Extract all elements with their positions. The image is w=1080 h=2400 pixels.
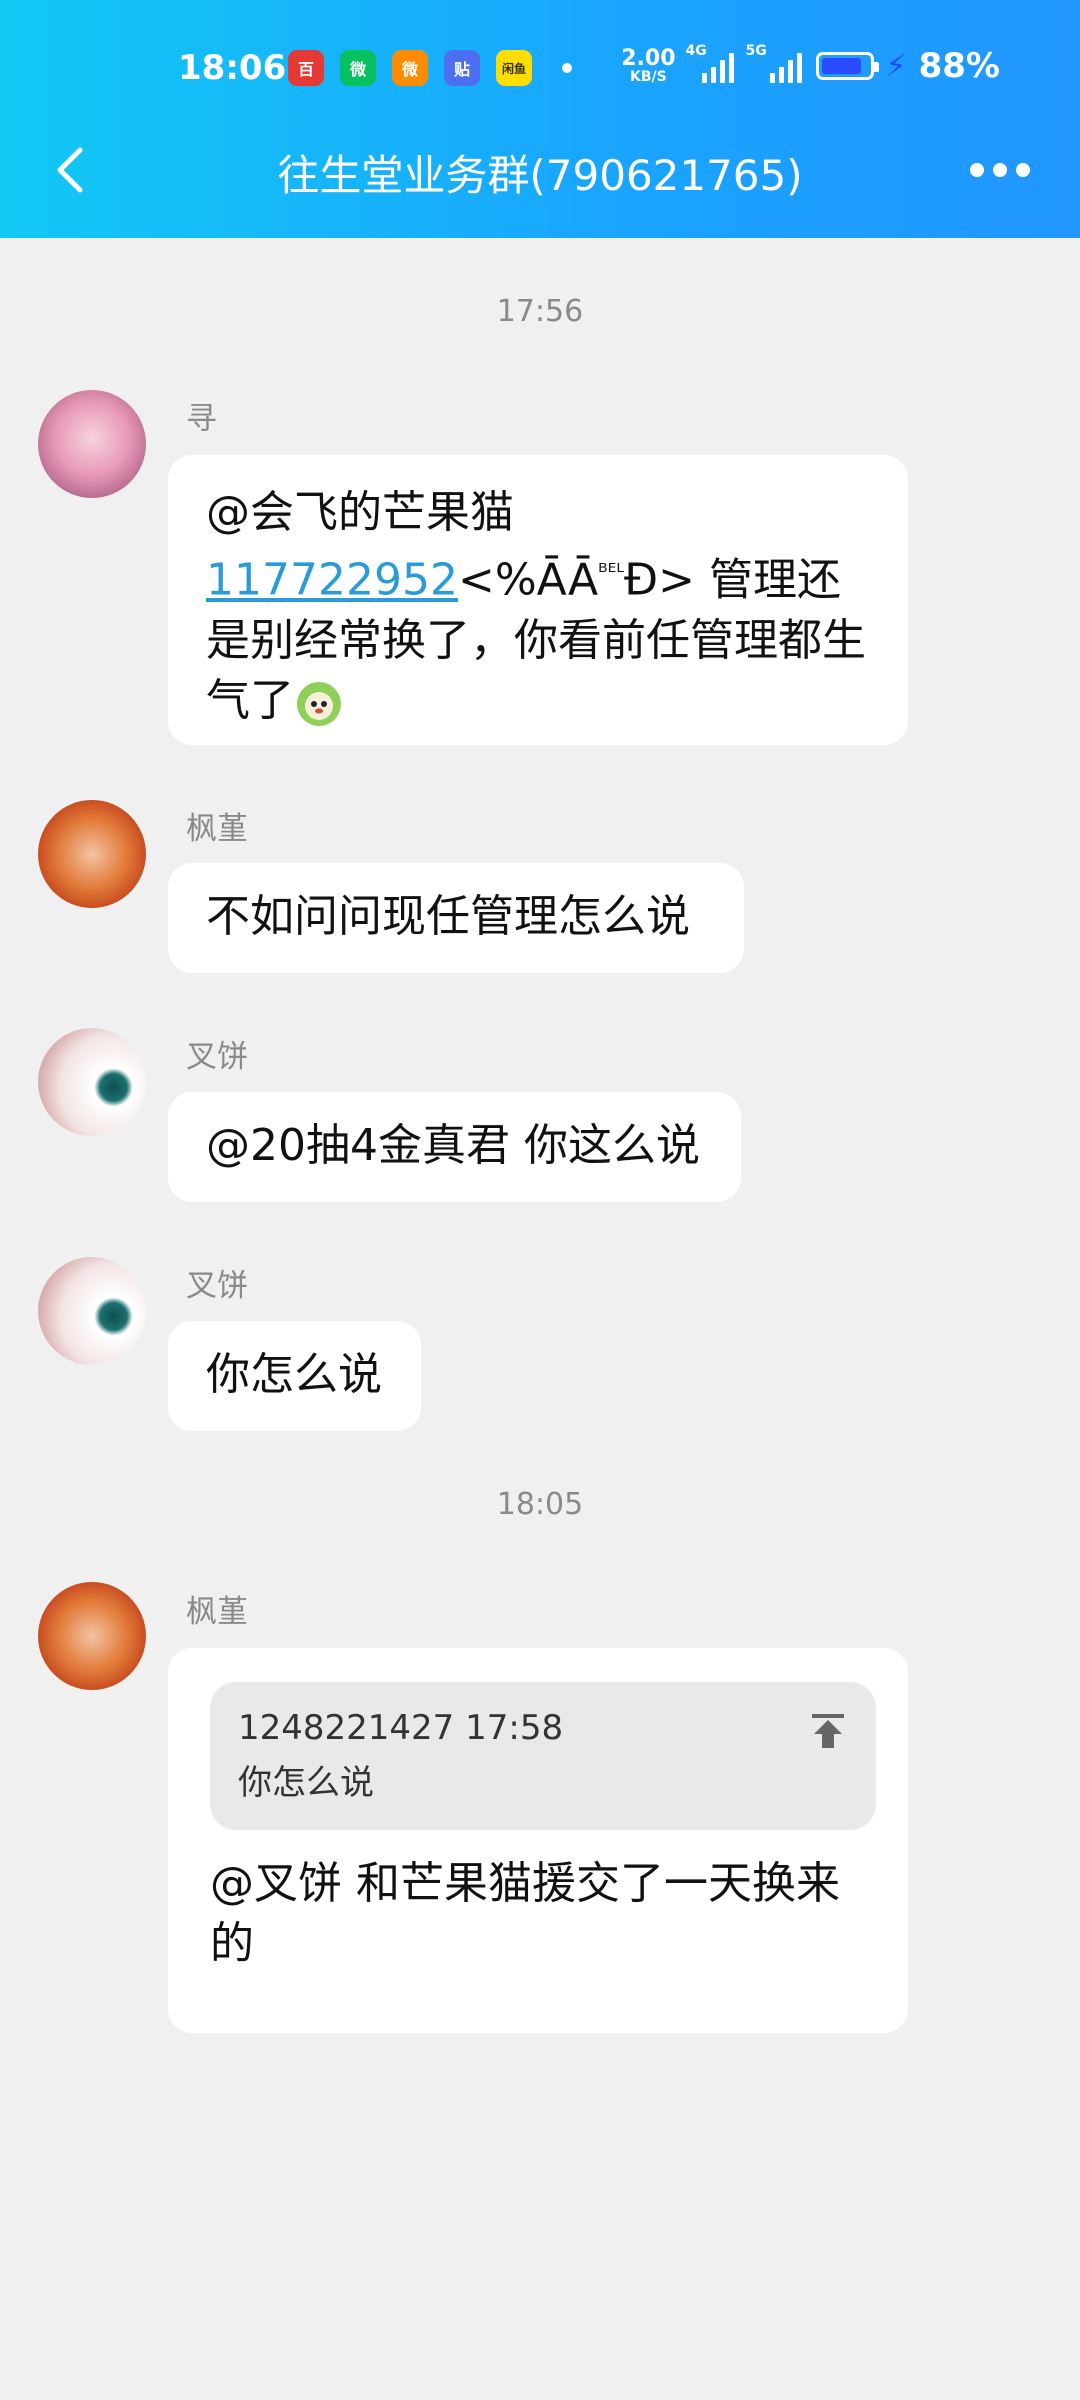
network-speed: 2.00 KB/S xyxy=(621,46,676,85)
battery-icon xyxy=(815,52,879,80)
dot-icon xyxy=(1016,163,1030,177)
notification-icons: 百 微 微 贴 闲鱼 xyxy=(288,50,572,86)
more-notifications-dot xyxy=(562,63,572,73)
speed-unit: KB/S xyxy=(630,69,667,85)
quote-text: 你怎么说 xyxy=(238,1763,374,1803)
message-bubble[interactable]: 不如问问现任管理怎么说 xyxy=(168,863,744,973)
message-text: @叉饼 和芒果猫援交了一天换来的 xyxy=(210,1858,840,1969)
message-text: <%ĀĀ xyxy=(457,554,599,606)
sender-name: 寻 xyxy=(186,401,217,437)
quoted-reply[interactable]: 1248221427 17:58 你怎么说 xyxy=(210,1682,876,1830)
signal-4g-icon: 4G xyxy=(686,43,736,83)
sender-name: 叉饼 xyxy=(186,1039,248,1075)
message-text: 不如问问现任管理怎么说 xyxy=(206,891,690,942)
signal-5g-icon: 5G xyxy=(746,43,804,83)
jump-to-top-icon[interactable] xyxy=(808,1710,848,1750)
battery-fill xyxy=(821,58,862,74)
app-header: 18:06 百 微 微 贴 闲鱼 2.00 KB/S 4G 5G ⚡ 88% 往… xyxy=(0,0,1080,238)
message-bubble[interactable]: 你怎么说 xyxy=(168,1321,421,1431)
avatar[interactable] xyxy=(38,1257,146,1365)
speed-value: 2.00 xyxy=(621,46,676,71)
dot-icon xyxy=(993,163,1007,177)
sender-name: 枫堇 xyxy=(186,1594,248,1630)
avatar[interactable] xyxy=(38,1028,146,1136)
message-bubble[interactable]: 1248221427 17:58 你怎么说 @叉饼 和芒果猫援交了一天换来的 xyxy=(168,1648,908,2033)
message-text-small: ᴮᴱᴸ xyxy=(598,560,625,585)
signal-4g-label: 4G xyxy=(685,43,707,59)
sprout-face-emoji-icon xyxy=(297,681,341,726)
message-text: @20抽4金真君 你这么说 xyxy=(206,1120,700,1171)
timestamp: 18:05 xyxy=(496,1487,584,1522)
battery-percent: 88% xyxy=(918,46,1000,86)
xianyu-icon: 闲鱼 xyxy=(496,50,532,86)
baidu-icon: 百 xyxy=(288,50,324,86)
message-bubble[interactable]: @会飞的芒果猫 117722952<%ĀĀᴮᴱᴸĐ> 管理还是别经常换了，你看前… xyxy=(168,455,908,745)
avatar[interactable] xyxy=(38,390,146,498)
qq-number-link[interactable]: 117722952 xyxy=(206,555,458,606)
sender-name: 叉饼 xyxy=(186,1268,248,1304)
weibo-icon: 微 xyxy=(392,50,428,86)
status-bar: 18:06 百 微 微 贴 闲鱼 2.00 KB/S 4G 5G ⚡ 88% xyxy=(0,0,1080,140)
signal-5g-label: 5G xyxy=(745,43,767,59)
timestamp: 17:56 xyxy=(496,294,584,329)
more-options-button[interactable] xyxy=(960,150,1040,190)
tieba-icon: 贴 xyxy=(444,50,480,86)
page-title: 往生堂业务群(790621765) xyxy=(277,151,803,200)
sender-name: 枫堇 xyxy=(186,811,248,847)
quote-meta: 1248221427 17:58 xyxy=(238,1708,564,1748)
dot-icon xyxy=(970,163,984,177)
avatar[interactable] xyxy=(38,800,146,908)
wechat-icon: 微 xyxy=(340,50,376,86)
status-right: 2.00 KB/S 4G 5G ⚡ 88% xyxy=(621,43,1000,86)
charging-bolt-icon: ⚡ xyxy=(885,48,907,84)
message-text: 你怎么说 xyxy=(206,1349,382,1400)
status-time: 18:06 xyxy=(178,48,287,88)
mention[interactable]: @会飞的芒果猫 xyxy=(206,487,514,538)
avatar[interactable] xyxy=(38,1582,146,1690)
message-bubble[interactable]: @20抽4金真君 你这么说 xyxy=(168,1092,741,1202)
